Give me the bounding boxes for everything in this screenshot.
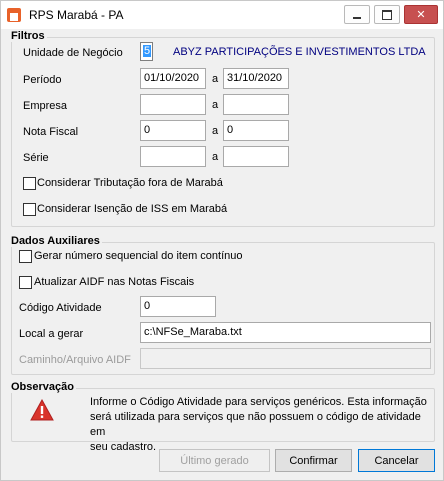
isencao-checkbox[interactable] [23,203,36,216]
serie-label: Série [23,152,49,164]
unidade-code-field[interactable]: 5 [140,42,153,61]
nota-fiscal-to-field[interactable]: 0 [223,120,289,141]
warning-icon [30,399,54,421]
serie-separator: a [212,151,219,163]
empresa-to-field[interactable] [223,94,289,115]
tributacao-checkbox-label[interactable]: Considerar Tributação fora de Marabá [37,177,223,189]
empresa-separator: a [212,99,219,111]
periodo-separator: a [212,73,219,85]
local-gerar-label: Local a gerar [19,328,84,340]
periodo-from-field[interactable]: 01/10/2020 [140,68,206,89]
nota-fiscal-separator: a [212,125,219,137]
ultimo-gerado-button[interactable]: Último gerado [159,449,270,472]
codigo-atividade-field[interactable]: 0 [140,296,216,317]
tributacao-checkbox[interactable] [23,177,36,190]
periodo-to-field[interactable]: 31/10/2020 [223,68,289,89]
sequencial-checkbox-label[interactable]: Gerar número sequencial do item contínuo [34,250,243,262]
dialog-window: RPS Marabá - PA ✕ Filtros Unidade de Neg… [0,0,444,481]
empresa-from-field[interactable] [140,94,206,115]
periodo-label: Período [23,74,62,86]
app-house-icon [7,8,21,22]
auxiliares-title: Dados Auxiliares [9,235,102,247]
observacao-title: Observação [9,381,76,393]
serie-from-field[interactable] [140,146,206,167]
observacao-line-2: será utilizada para serviços que não pos… [90,411,421,438]
local-gerar-field[interactable]: c:\NFSe_Maraba.txt [140,322,431,343]
close-icon: ✕ [416,9,426,21]
cancelar-button[interactable]: Cancelar [358,449,435,472]
nota-fiscal-label: Nota Fiscal [23,126,79,138]
aidf-checkbox-label[interactable]: Atualizar AIDF nas Notas Fiscais [34,276,194,288]
title-bar: RPS Marabá - PA ✕ [1,1,443,29]
isencao-checkbox-label[interactable]: Considerar Isenção de ISS em Marabá [37,203,227,215]
aidf-checkbox[interactable] [19,276,32,289]
maximize-icon [382,9,392,20]
codigo-atividade-label: Código Atividade [19,302,102,314]
close-button[interactable]: ✕ [404,5,438,24]
nota-fiscal-from-field[interactable]: 0 [140,120,206,141]
sequencial-checkbox[interactable] [19,250,32,263]
observacao-text: Informe o Código Atividade para serviços… [90,395,430,455]
unidade-company-name: ABYZ PARTICIPAÇÕES E INVESTIMENTOS LTDA [173,46,426,58]
filtros-title: Filtros [9,30,47,42]
maximize-button[interactable] [374,5,400,24]
window-title: RPS Marabá - PA [29,8,124,22]
serie-to-field[interactable] [223,146,289,167]
caminho-aidf-field[interactable] [140,348,431,369]
observacao-line-1: Informe o Código Atividade para serviços… [90,396,427,408]
confirmar-button[interactable]: Confirmar [275,449,352,472]
minimize-icon [353,16,361,19]
unidade-label: Unidade de Negócio [23,47,123,59]
minimize-button[interactable] [344,5,370,24]
empresa-label: Empresa [23,100,68,112]
caminho-aidf-label: Caminho/Arquivo AIDF [19,354,131,366]
